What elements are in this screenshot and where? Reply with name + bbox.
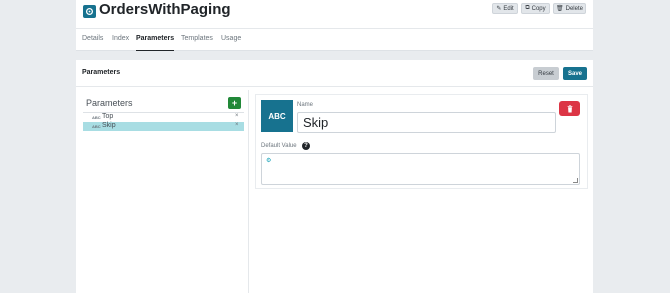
page-header: OrdersWithPaging ✎ Edit ⧉ Copy 🗑 Delete … <box>76 0 593 51</box>
tab-templates[interactable]: Templates <box>181 35 213 51</box>
name-field[interactable] <box>297 112 556 133</box>
tab-bar: Details Index Parameters Templates Usage <box>76 28 593 51</box>
list-item-label: Skip <box>102 122 116 129</box>
delete-parameter-button[interactable] <box>559 101 580 116</box>
edit-button[interactable]: ✎ Edit <box>492 3 518 14</box>
parameter-detail: ABC Name Default Value ? ⚙ <box>255 94 588 189</box>
tab-details[interactable]: Details <box>82 35 103 51</box>
tab-usage[interactable]: Usage <box>221 35 241 51</box>
type-tile[interactable]: ABC <box>261 100 293 132</box>
remove-icon[interactable]: × <box>235 113 239 119</box>
reset-button[interactable]: Reset <box>533 67 559 80</box>
text-type-icon: ABC <box>92 124 101 129</box>
text-type-icon: ABC <box>92 115 101 120</box>
delete-button[interactable]: 🗑 Delete <box>553 3 586 14</box>
page-title: OrdersWithPaging <box>99 1 231 18</box>
default-value-label: Default Value <box>261 143 297 149</box>
trash-icon <box>567 104 572 113</box>
resize-handle-icon[interactable] <box>573 178 578 183</box>
edit-button-label: Edit <box>503 5 514 12</box>
copy-button-label: Copy <box>531 5 546 12</box>
trash-icon: 🗑 <box>556 6 564 12</box>
divider <box>76 86 593 87</box>
default-value-field[interactable]: ⚙ <box>261 153 580 185</box>
list-item-label: Top <box>102 113 114 120</box>
remove-icon[interactable]: × <box>235 122 239 128</box>
copy-button[interactable]: ⧉ Copy <box>521 3 550 14</box>
list-item[interactable]: ABC Skip × <box>83 122 244 131</box>
delete-button-label: Delete <box>565 5 583 12</box>
gear-icon: ⚙ <box>266 158 272 164</box>
tab-parameters[interactable]: Parameters <box>136 35 175 51</box>
column-divider <box>248 90 249 293</box>
pencil-icon: ✎ <box>496 6 502 12</box>
parameters-list-title: Parameters <box>86 98 133 108</box>
list-item[interactable]: ABC Top × <box>83 113 244 122</box>
add-parameter-button[interactable]: + <box>228 97 241 109</box>
copy-icon: ⧉ <box>525 5 530 11</box>
name-label: Name <box>297 102 314 108</box>
parameters-panel: Parameters Reset Save Parameters + ABC T… <box>76 60 593 293</box>
save-button[interactable]: Save <box>563 67 587 80</box>
help-icon[interactable]: ? <box>302 142 310 150</box>
query-icon <box>83 5 96 18</box>
tab-index[interactable]: Index <box>112 35 129 51</box>
section-title: Parameters <box>82 69 121 76</box>
